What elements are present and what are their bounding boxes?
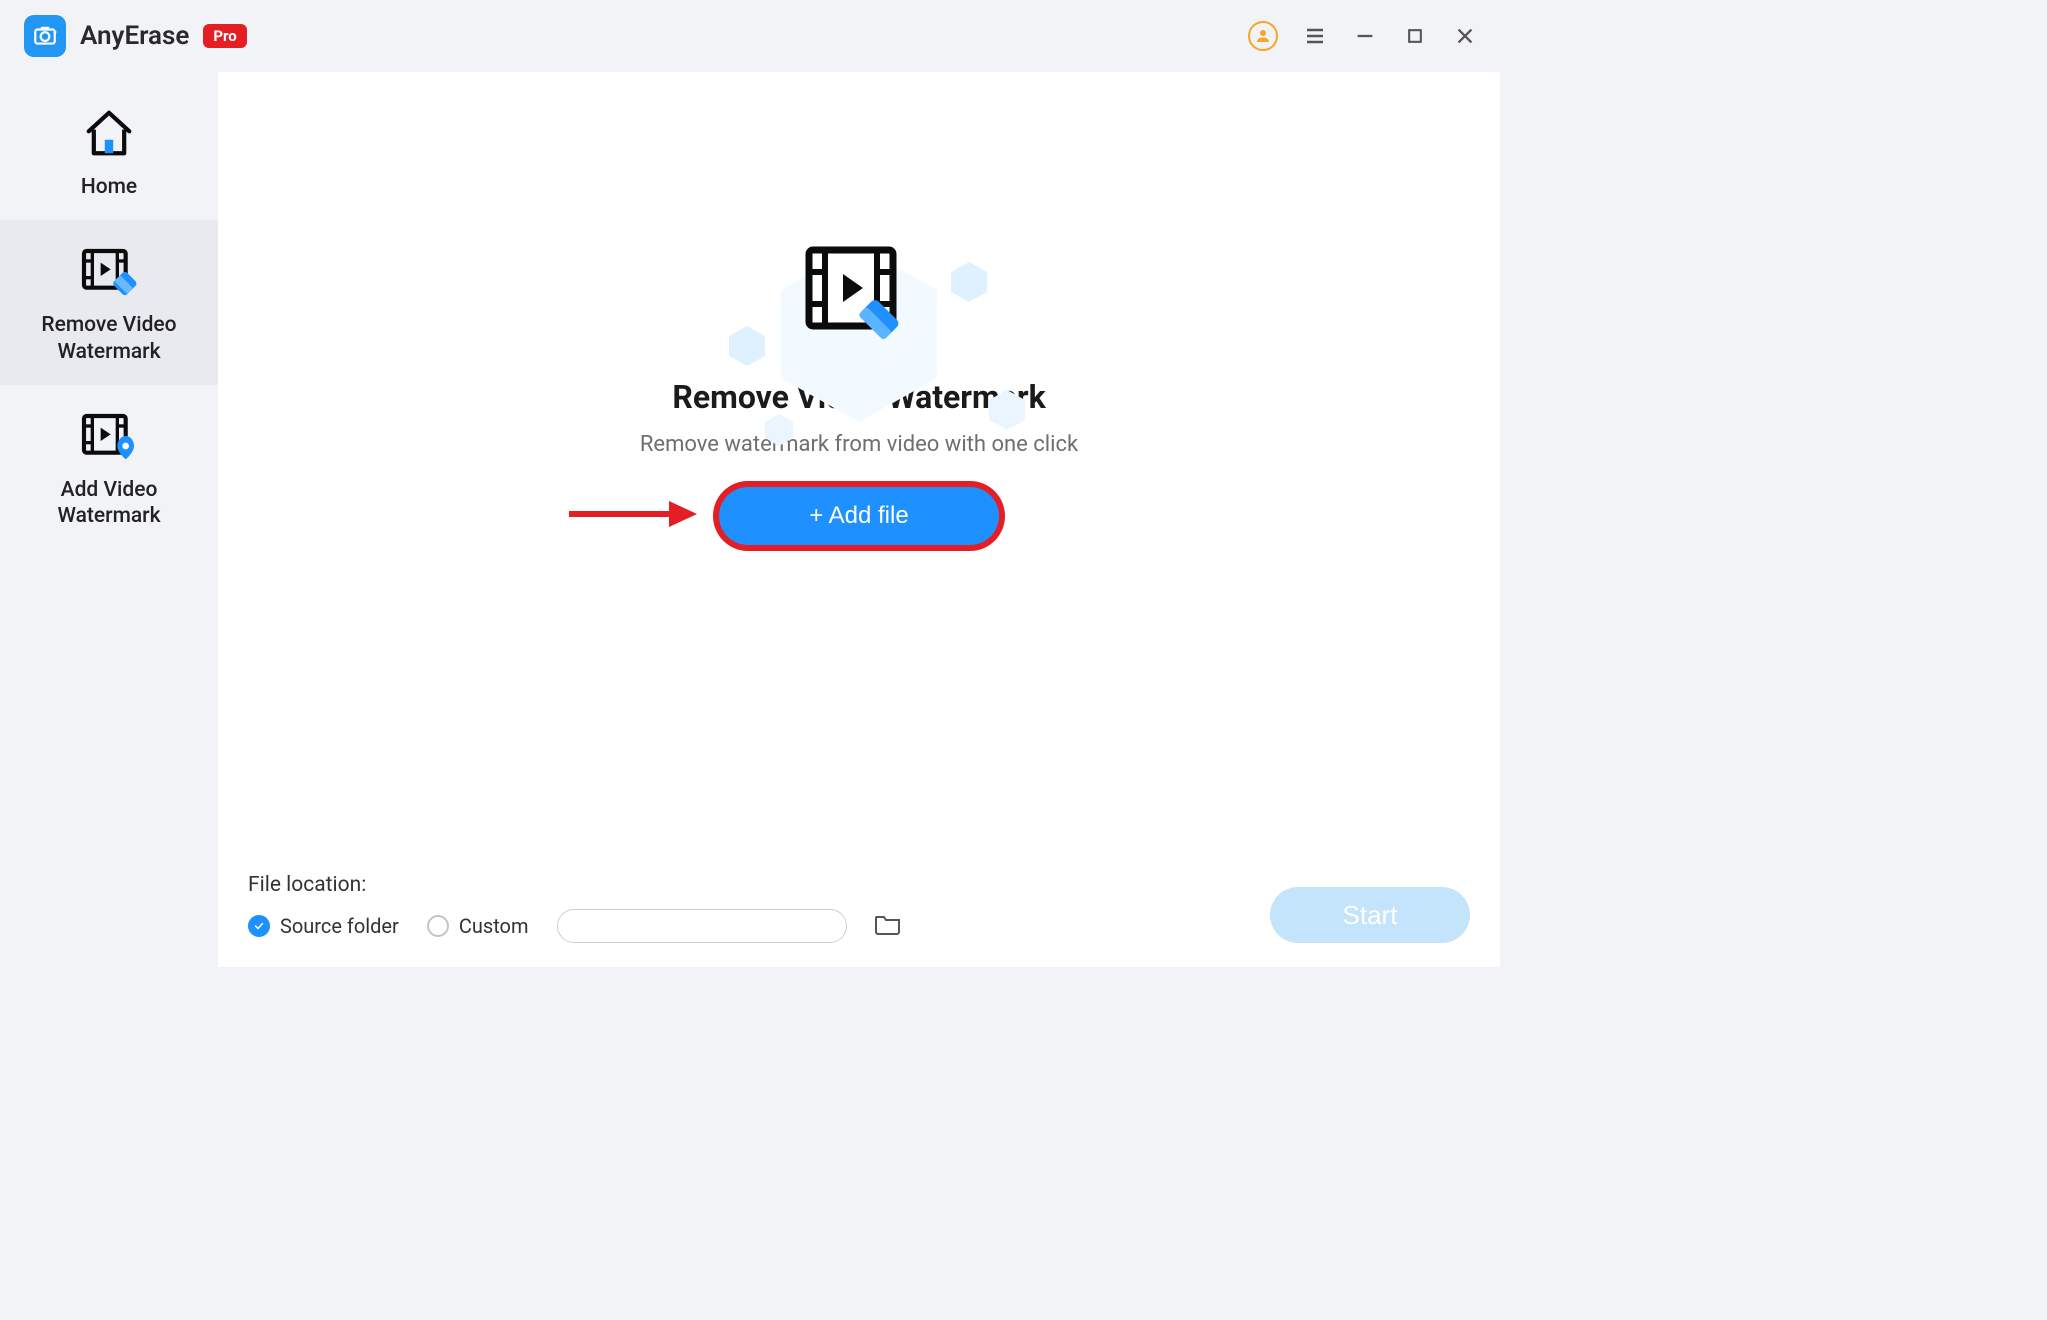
minimize-icon[interactable]: [1352, 23, 1378, 49]
hero-video-erase-icon: [799, 242, 919, 346]
browse-folder-icon[interactable]: [875, 913, 901, 939]
main-panel: Remove Video Watermark Remove watermark …: [218, 72, 1500, 967]
maximize-icon[interactable]: [1402, 23, 1428, 49]
video-watermark-icon: [79, 409, 139, 467]
footer-bar: File location: Source folder Custom: [218, 873, 1500, 967]
hero-subtitle: Remove watermark from video with one cli…: [640, 432, 1078, 457]
start-button[interactable]: Start: [1270, 887, 1470, 943]
sidebar-item-label: Remove Video Watermark: [10, 312, 208, 365]
radio-unchecked-icon: [427, 915, 449, 937]
titlebar: AnyErase Pro: [0, 0, 1500, 72]
close-icon[interactable]: [1452, 23, 1478, 49]
pro-badge: Pro: [203, 24, 246, 48]
video-erase-icon: [79, 244, 139, 302]
app-logo-icon: [24, 15, 66, 57]
home-icon: [82, 106, 136, 164]
app-name: AnyErase: [80, 21, 189, 51]
sidebar-item-home[interactable]: Home: [0, 82, 218, 220]
title-left: AnyErase Pro: [24, 15, 247, 57]
sidebar-item-label: Add Video Watermark: [10, 477, 208, 530]
user-account-icon[interactable]: [1248, 21, 1278, 51]
radio-checked-icon: [248, 915, 270, 937]
title-right: [1248, 21, 1478, 51]
file-location-label: File location:: [248, 873, 901, 897]
option-source-folder[interactable]: Source folder: [248, 914, 399, 938]
sidebar-item-remove-video-watermark[interactable]: Remove Video Watermark: [0, 220, 218, 385]
sidebar-item-add-video-watermark[interactable]: Add Video Watermark: [0, 385, 218, 550]
custom-path-input[interactable]: [557, 909, 847, 943]
sidebar: Home Remove Video Watermark Add Video Wa…: [0, 72, 218, 967]
option-custom[interactable]: Custom: [427, 914, 529, 938]
option-label: Custom: [459, 914, 529, 938]
menu-icon[interactable]: [1302, 23, 1328, 49]
option-label: Source folder: [280, 914, 399, 938]
callout-arrow-icon: [569, 499, 699, 533]
sidebar-item-label: Home: [81, 174, 137, 200]
add-file-button[interactable]: + Add file: [719, 487, 999, 545]
hero-title: Remove Video Watermark: [672, 378, 1045, 416]
